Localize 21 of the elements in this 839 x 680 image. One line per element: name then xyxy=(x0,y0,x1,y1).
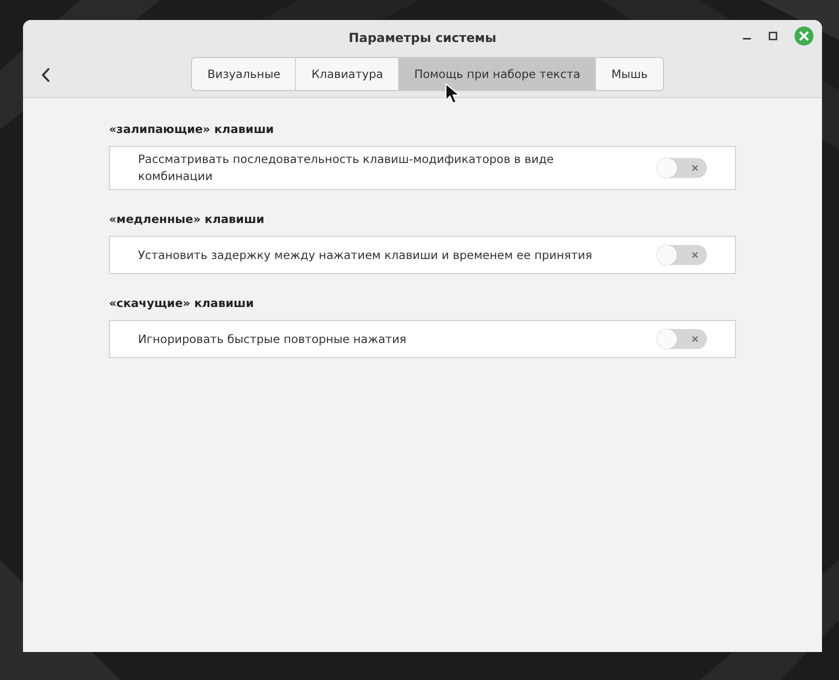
section-heading: «скачущие» клавиши xyxy=(109,296,254,310)
toggle-switch[interactable] xyxy=(657,329,707,349)
option-label: Игнорировать быстрые повторные нажатия xyxy=(138,330,406,348)
tab[interactable]: Визуальные xyxy=(192,58,296,90)
back-icon[interactable] xyxy=(40,67,52,83)
cross-icon xyxy=(691,251,699,259)
option-label: Установить задержку между нажатием клавиши и временем ее принятия xyxy=(138,246,592,264)
maximize-icon[interactable] xyxy=(768,31,778,41)
toggle-switch[interactable] xyxy=(657,245,707,265)
mouse-cursor-icon xyxy=(445,83,461,105)
tab[interactable]: Клавиатура xyxy=(295,58,398,90)
toggle-switch[interactable] xyxy=(657,158,707,178)
section-heading: «залипающие» клавиши xyxy=(109,122,274,136)
window-title: Параметры системы xyxy=(348,30,496,44)
tab[interactable]: Помощь при наборе текста xyxy=(398,58,596,90)
tab[interactable]: Мышь xyxy=(595,58,663,90)
cross-icon xyxy=(691,335,699,343)
close-icon[interactable] xyxy=(794,26,814,46)
cross-icon xyxy=(691,164,699,172)
section-heading: «медленные» клавиши xyxy=(109,212,264,226)
option-label: Рассматривать последовательность клавиш-модификаторов в виде комбинации xyxy=(138,151,555,185)
